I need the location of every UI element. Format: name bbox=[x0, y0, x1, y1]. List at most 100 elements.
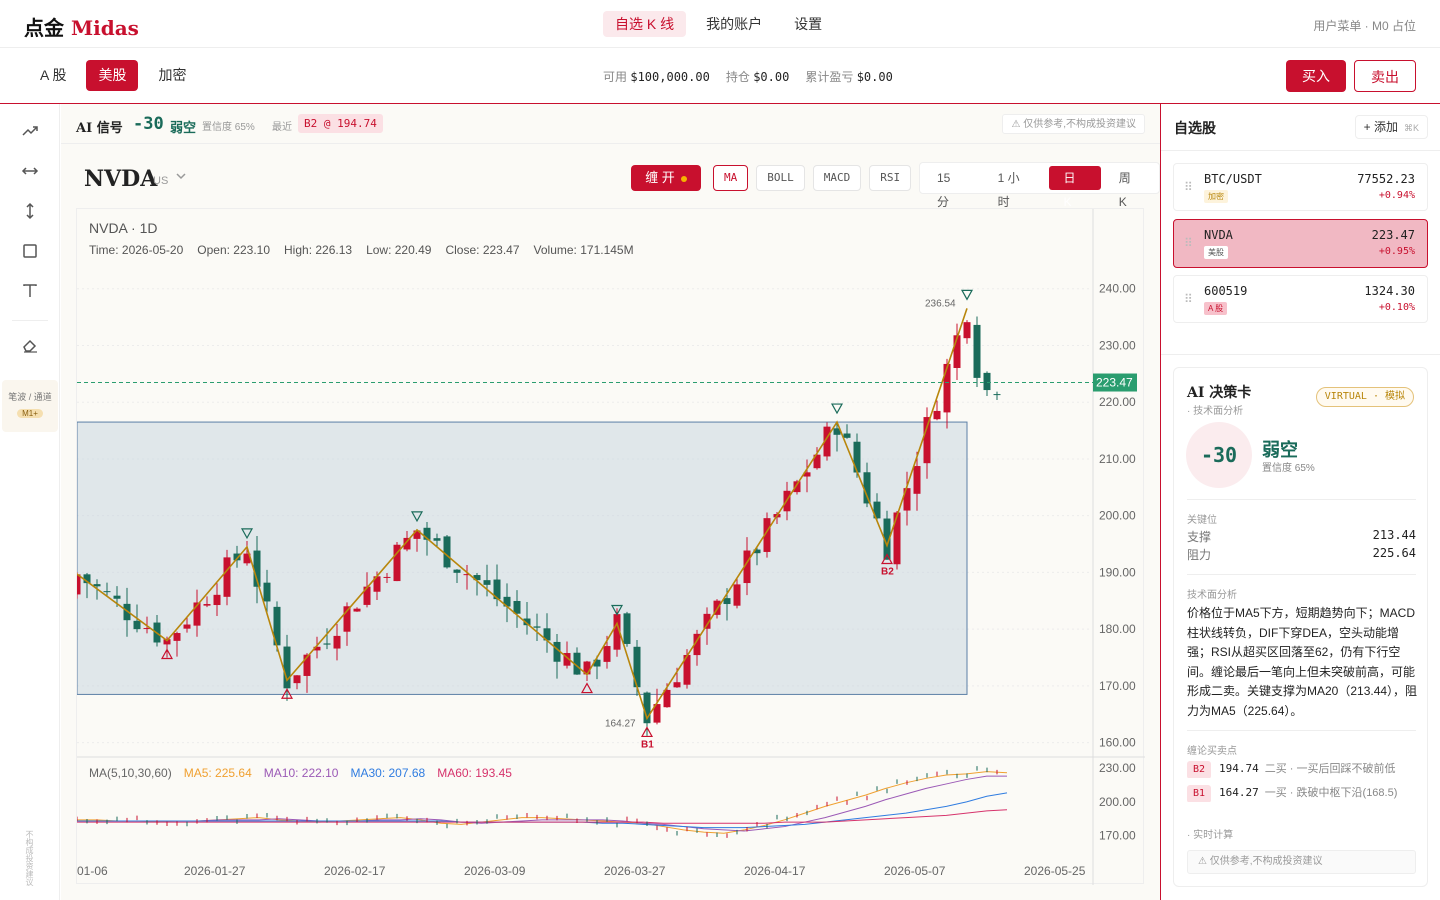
indicator-rsi[interactable]: RSI bbox=[869, 165, 912, 191]
logo-en: Midas bbox=[70, 16, 139, 40]
candle-body bbox=[843, 433, 851, 438]
price-tick-label: 190.00 bbox=[1099, 565, 1136, 579]
chan-toggle-button[interactable]: 缠 开 bbox=[631, 165, 701, 191]
indicator-ma[interactable]: MA bbox=[713, 165, 749, 191]
date-tick-label: 01-06 bbox=[77, 864, 108, 878]
horizontal-ray-icon[interactable] bbox=[18, 162, 42, 186]
wave-channel-toggle[interactable]: 笔波 / 通道 M1+ bbox=[2, 380, 58, 432]
text-tool-icon[interactable] bbox=[18, 282, 42, 306]
indicator-boll[interactable]: BOLL bbox=[756, 165, 805, 191]
signal-latest-label: 最近 bbox=[272, 122, 292, 133]
candle-body bbox=[203, 604, 211, 606]
candle-body bbox=[513, 600, 521, 614]
buy-button[interactable]: 买入 bbox=[1286, 60, 1346, 92]
trend-line-icon[interactable] bbox=[18, 122, 42, 146]
signal-score: -30 bbox=[133, 114, 164, 134]
symbol-ticker[interactable]: NVDA bbox=[84, 166, 157, 192]
key-levels-title: 关键位 bbox=[1187, 515, 1217, 526]
watchlist-symbol: 600519 bbox=[1204, 284, 1248, 298]
card-title: AI 决策卡 bbox=[1187, 385, 1252, 401]
nav-watchlist-kline[interactable]: 自选 K 线 bbox=[603, 11, 687, 37]
tab-us-stock[interactable]: 美股 bbox=[86, 60, 139, 91]
available-cash: 可用 $100,000.00 bbox=[603, 68, 710, 85]
tab-a-share[interactable]: A 股 bbox=[28, 60, 78, 91]
status-dot-icon bbox=[680, 175, 687, 182]
vertical-disclaimer: 不构成投资建议 bbox=[25, 830, 34, 886]
tab-crypto[interactable]: 加密 bbox=[146, 60, 198, 91]
candle-body bbox=[923, 417, 931, 464]
high-price-label: 236.54 bbox=[925, 298, 956, 309]
candle-body bbox=[93, 584, 101, 587]
bs-point-row[interactable]: B2 194.74 二买 · 一买后回踩不破前低 bbox=[1187, 760, 1416, 778]
timeframe-daily[interactable]: 日 K bbox=[1049, 166, 1101, 209]
chevron-down-icon[interactable] bbox=[175, 170, 187, 185]
bs-text: 二买 · 一买后回踩不破前低 bbox=[1264, 763, 1396, 775]
app-logo[interactable]: 点金 Midas bbox=[24, 12, 139, 41]
card-subtitle: · 技术面分析 bbox=[1187, 406, 1244, 417]
chart-panel: AI 信号 -30 弱空 置信度 65% 最近 B2 @ 194.74 ⚠ 仅供… bbox=[61, 104, 1160, 900]
candle-body bbox=[453, 569, 461, 573]
bs-point-row[interactable]: B1 164.27 一买 · 跌破中枢下沿(168.5) bbox=[1187, 784, 1416, 802]
top-bar: 点金 Midas 自选 K 线 我的账户 设置 用户菜单 · M0 占位 bbox=[0, 0, 1440, 48]
ohlc-time: Time: 2026-05-20 bbox=[89, 243, 184, 257]
realtime-note: · 实时计算 bbox=[1187, 830, 1234, 841]
drag-handle-icon[interactable]: ⠿ bbox=[1184, 180, 1193, 194]
nav-settings[interactable]: 设置 bbox=[782, 11, 834, 37]
position-value: 持仓 $0.00 bbox=[726, 68, 789, 85]
watchlist-price: 1324.30 bbox=[1364, 284, 1415, 298]
candle-body bbox=[443, 536, 451, 568]
indicator-macd[interactable]: MACD bbox=[812, 165, 862, 191]
candle-body bbox=[113, 595, 121, 599]
timeframe-weekly[interactable]: 周 K bbox=[1105, 166, 1156, 209]
sell-button[interactable]: 卖出 bbox=[1354, 60, 1416, 92]
chart-title: NVDA · 1D bbox=[89, 220, 158, 236]
candle-body bbox=[383, 576, 391, 578]
candle-body bbox=[263, 582, 271, 602]
watchlist-item-btc[interactable]: ⠿ BTC/USDT 加密 77552.23 +0.94% bbox=[1173, 163, 1428, 211]
candle-body bbox=[533, 626, 541, 628]
ma-tick-label: 170.00 bbox=[1099, 829, 1136, 843]
ohlc-volume: Volume: 171.145M bbox=[533, 243, 634, 257]
candle-body bbox=[893, 512, 901, 565]
chart-canvas[interactable]: 240.00 230.00 220.00 210.00 200.00 190.00 180.… bbox=[77, 209, 1145, 885]
timeframe-15m[interactable]: 15 分 bbox=[923, 166, 980, 209]
watchlist-tag: 加密 bbox=[1204, 190, 1228, 203]
user-menu[interactable]: 用户菜单 · M0 占位 bbox=[1313, 17, 1416, 34]
candle-body bbox=[993, 394, 1001, 396]
drag-handle-icon[interactable]: ⠿ bbox=[1184, 236, 1193, 250]
watchlist-item-nvda[interactable]: ⠿ NVDA 美股 223.47 +0.95% bbox=[1173, 219, 1428, 268]
watchlist-item-600519[interactable]: ⠿ 600519 A 股 1324.30 +0.10% bbox=[1173, 275, 1428, 323]
divider bbox=[1161, 150, 1440, 151]
kline-chart[interactable]: 240.00 230.00 220.00 210.00 200.00 190.00 180.… bbox=[76, 208, 1145, 885]
candle-body bbox=[603, 646, 611, 662]
drawing-toolbar: 笔波 / 通道 M1+ 不构成投资建议 bbox=[0, 104, 60, 900]
ma-tick-label: 230.00 bbox=[1099, 761, 1136, 775]
low-price-label: 164.27 bbox=[605, 718, 636, 729]
signal-label: 弱空 bbox=[170, 120, 197, 135]
price-tick-label: 160.00 bbox=[1099, 736, 1136, 750]
nav-my-account[interactable]: 我的账户 bbox=[694, 11, 774, 37]
timeframe-selector: 15 分 1 小时 日 K 周 K bbox=[919, 162, 1160, 209]
eraser-icon[interactable] bbox=[18, 336, 42, 360]
drag-handle-icon[interactable]: ⠿ bbox=[1184, 292, 1193, 306]
timeframe-1h[interactable]: 1 小时 bbox=[984, 166, 1046, 209]
chan-pivot-zone bbox=[77, 421, 968, 695]
date-tick-label: 2026-05-07 bbox=[884, 864, 946, 878]
score-confidence: 置信度 65% bbox=[1262, 463, 1315, 474]
signal-latest-chip[interactable]: B2 @ 194.74 bbox=[298, 114, 383, 133]
watchlist-change: +0.10% bbox=[1378, 302, 1415, 313]
sell-point-marker bbox=[960, 289, 974, 301]
ma5-value: MA5: 225.64 bbox=[183, 766, 252, 780]
ma-legend-title: MA(5,10,30,60) bbox=[89, 766, 172, 780]
pnl-amount: $0.00 bbox=[856, 70, 893, 84]
watchlist-change: +0.95% bbox=[1378, 246, 1415, 257]
main-nav: 自选 K 线 我的账户 设置 bbox=[603, 11, 834, 37]
right-panel: 自选股 + 添加 ⌘K ⠿ BTC/USDT 加密 77552.23 +0.94%… bbox=[1160, 104, 1440, 900]
vertical-line-icon[interactable] bbox=[18, 202, 42, 226]
ai-signal-bar: AI 信号 -30 弱空 置信度 65% 最近 B2 @ 194.74 ⚠ 仅供… bbox=[61, 104, 1160, 144]
support-value: 213.44 bbox=[1372, 528, 1416, 542]
rectangle-icon[interactable] bbox=[18, 242, 42, 266]
add-watchlist-button[interactable]: + 添加 ⌘K bbox=[1354, 115, 1428, 139]
date-tick-label: 2026-01-27 bbox=[184, 864, 246, 878]
support-row: 支撑 213.44 bbox=[1187, 528, 1416, 545]
